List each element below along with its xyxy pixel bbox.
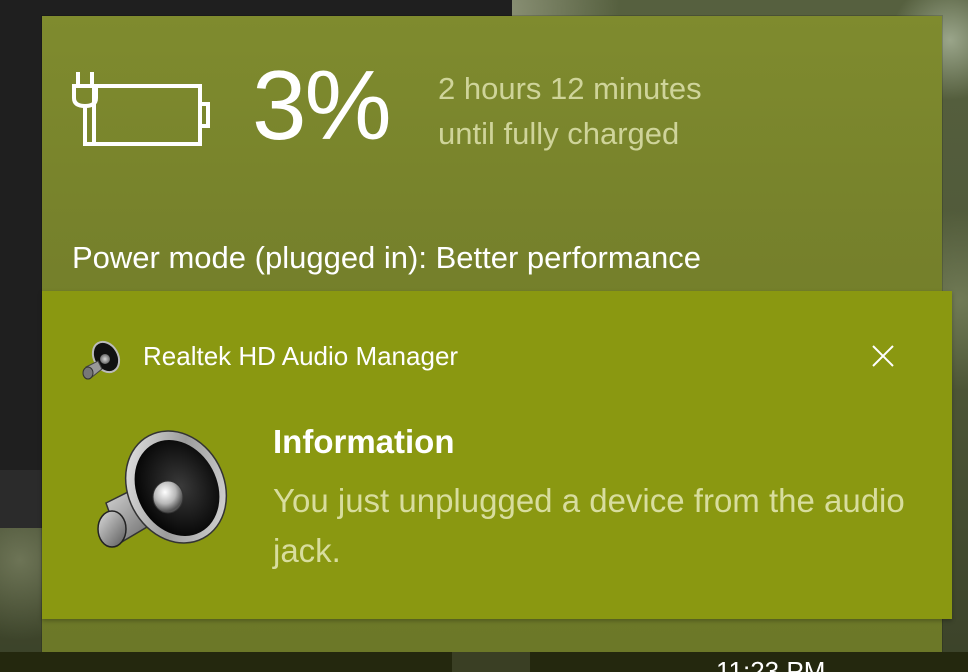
taskbar-clock[interactable]: 11:23 PM xyxy=(716,658,825,672)
toast-notification[interactable]: Realtek HD Audio Manager Information You… xyxy=(42,291,952,619)
speaker-icon xyxy=(82,340,121,380)
toast-app-name: Realtek HD Audio Manager xyxy=(143,341,459,371)
battery-percentage: 3% xyxy=(252,50,392,160)
close-icon[interactable] xyxy=(868,341,898,371)
battery-charging-icon xyxy=(72,72,210,146)
charge-time-remaining: 2 hours 12 minutes xyxy=(438,71,702,106)
power-mode-label[interactable]: Power mode (plugged in): Better performa… xyxy=(72,242,701,273)
toast-message: You just unplugged a device from the aud… xyxy=(273,482,905,569)
taskbar: 11:23 PM xyxy=(0,652,968,672)
charge-time-suffix: until fully charged xyxy=(438,116,680,151)
toast-title: Information xyxy=(273,423,455,460)
taskbar-button[interactable] xyxy=(452,652,530,672)
speaker-large-icon xyxy=(97,430,228,548)
